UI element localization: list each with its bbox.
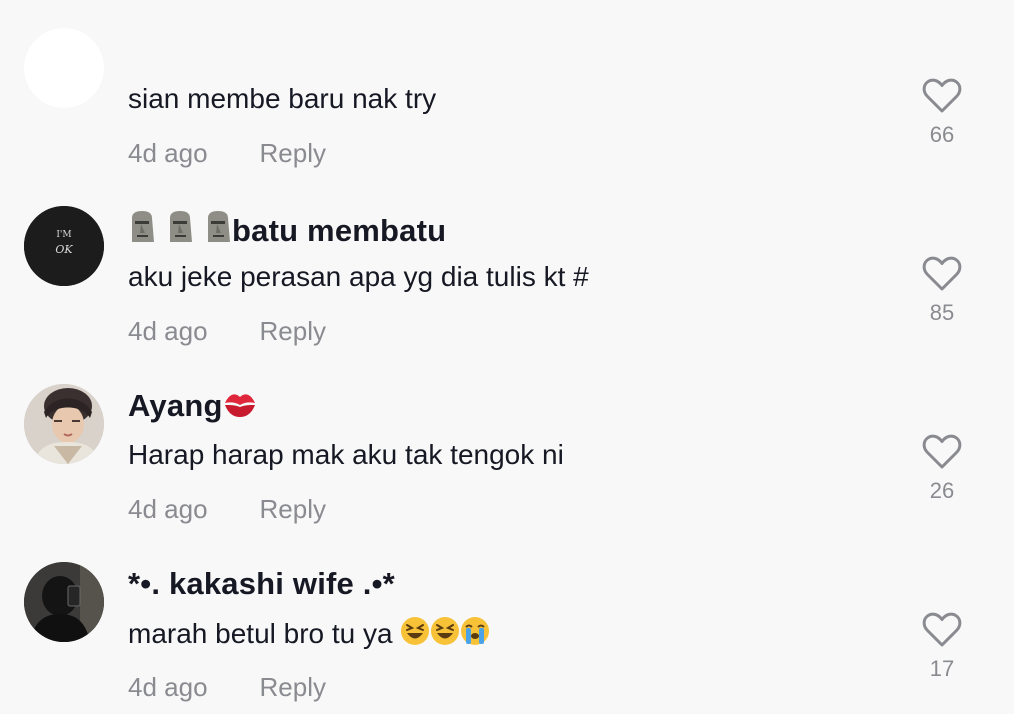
avatar[interactable]: I'M OK [24, 206, 104, 286]
comment-meta: 4d ago Reply [128, 137, 326, 169]
avatar-text-ok: OK [55, 243, 73, 256]
like-count: 66 [929, 122, 955, 147]
comment-item: sian membe baru nak try 4d ago Reply 66 [0, 0, 1014, 178]
comment-username[interactable]: Ayang [128, 388, 257, 427]
comment-text: marah betul bro tu ya [128, 616, 490, 654]
comment-time: 4d ago [128, 494, 208, 524]
im-ok-avatar-image: I'M OK [24, 206, 104, 286]
avatar-text-im: I'M [56, 230, 71, 240]
like-count: 17 [929, 656, 955, 681]
laughing-icon [430, 616, 460, 654]
reply-button[interactable]: Reply [260, 316, 326, 346]
comment-text: aku jeke perasan apa yg dia tulis kt # [128, 261, 589, 292]
username-text: batu membatu [232, 213, 447, 248]
avatar[interactable] [24, 28, 104, 108]
reply-button[interactable]: Reply [260, 494, 326, 524]
moai-icon [128, 210, 232, 252]
comment-time: 4d ago [128, 316, 208, 346]
like-count: 26 [929, 478, 955, 503]
like-group: 85 [918, 256, 966, 326]
heart-icon[interactable] [922, 256, 962, 292]
like-group: 26 [918, 434, 966, 504]
dark-photo-avatar-image [24, 562, 104, 642]
crying-icon [460, 616, 490, 654]
avatar[interactable] [24, 562, 104, 642]
comment-text: Harap harap mak aku tak tengok ni [128, 439, 564, 470]
kiss-mark-icon [223, 389, 257, 427]
like-group: 66 [918, 78, 966, 148]
heart-icon[interactable] [922, 612, 962, 648]
comment-time: 4d ago [128, 672, 208, 702]
comment-username[interactable]: batu membatu [128, 210, 446, 252]
reply-button[interactable]: Reply [260, 672, 326, 702]
comment-meta: 4d ago Reply [128, 493, 326, 525]
like-group: 17 [918, 612, 966, 682]
comment-item: Ayang Harap harap mak aku tak tengok ni … [0, 356, 1014, 534]
heart-icon[interactable] [922, 78, 962, 114]
comment-meta: 4d ago Reply [128, 671, 326, 703]
comment-text-content: marah betul bro tu ya [128, 618, 393, 649]
comment-item: *•. kakashi wife .•* marah betul bro tu … [0, 534, 1014, 712]
comment-text: sian membe baru nak try [128, 83, 437, 114]
comment-item: I'M OK batu membatu aku jeke perasan apa… [0, 178, 1014, 356]
comment-time: 4d ago [128, 138, 208, 168]
comment-username[interactable]: *•. kakashi wife .•* [128, 566, 395, 602]
person-photo-avatar-image [24, 384, 104, 464]
username-text: Ayang [128, 388, 223, 423]
avatar[interactable] [24, 384, 104, 464]
like-count: 85 [929, 300, 955, 325]
heart-icon[interactable] [922, 434, 962, 470]
comment-meta: 4d ago Reply [128, 315, 326, 347]
reply-button[interactable]: Reply [260, 138, 326, 168]
laughing-icon [400, 616, 430, 654]
